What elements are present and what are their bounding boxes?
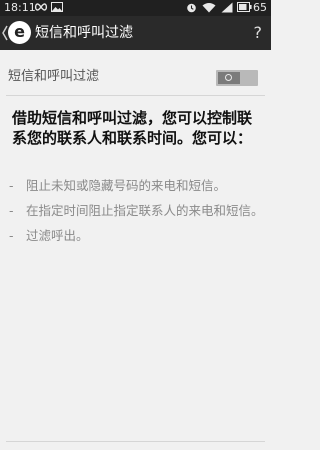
list-item-text: 过滤呼出。 (26, 228, 89, 243)
signal-icon (221, 2, 233, 13)
bullet-marker: - (9, 228, 14, 243)
list-item-text: 阻止未知或隐藏号码的来电和短信。 (26, 178, 227, 193)
filter-setting-row[interactable]: 短信和呼叫过滤 (0, 60, 271, 94)
battery-icon (237, 2, 252, 12)
status-time: 18:11 (4, 1, 36, 14)
page-title: 短信和呼叫过滤 (35, 25, 133, 41)
toggle-knob (218, 72, 240, 84)
divider (6, 95, 265, 96)
image-icon (51, 2, 63, 12)
list-item: - 过滤呼出。 (9, 227, 264, 244)
infinity-icon (34, 3, 48, 11)
status-bar: 18:11 65 (0, 0, 271, 16)
bullet-marker: - (9, 203, 14, 218)
setting-label: 短信和呼叫过滤 (8, 69, 100, 84)
battery-level: 65 (253, 1, 267, 14)
list-item: - 阻止未知或隐藏号码的来电和短信。 (9, 177, 264, 194)
app-bar: e 短信和呼叫过滤 ? (0, 16, 271, 50)
app-logo[interactable]: e (8, 21, 31, 44)
wifi-icon (202, 3, 216, 13)
feature-list: - 阻止未知或隐藏号码的来电和短信。 - 在指定时间阻止指定联系人的来电和短信。… (9, 177, 264, 252)
help-button[interactable]: ? (254, 16, 263, 50)
alarm-icon (187, 3, 196, 13)
list-item: - 在指定时间阻止指定联系人的来电和短信。 (9, 202, 264, 219)
description-title: 借助短信和呼叫过滤，您可以控制联系您的联系人和联系时间。您可以： (12, 109, 253, 147)
filter-toggle[interactable] (216, 70, 258, 86)
bullet-marker: - (9, 178, 14, 193)
bottom-divider (6, 441, 265, 442)
list-item-text: 在指定时间阻止指定联系人的来电和短信。 (26, 203, 264, 218)
